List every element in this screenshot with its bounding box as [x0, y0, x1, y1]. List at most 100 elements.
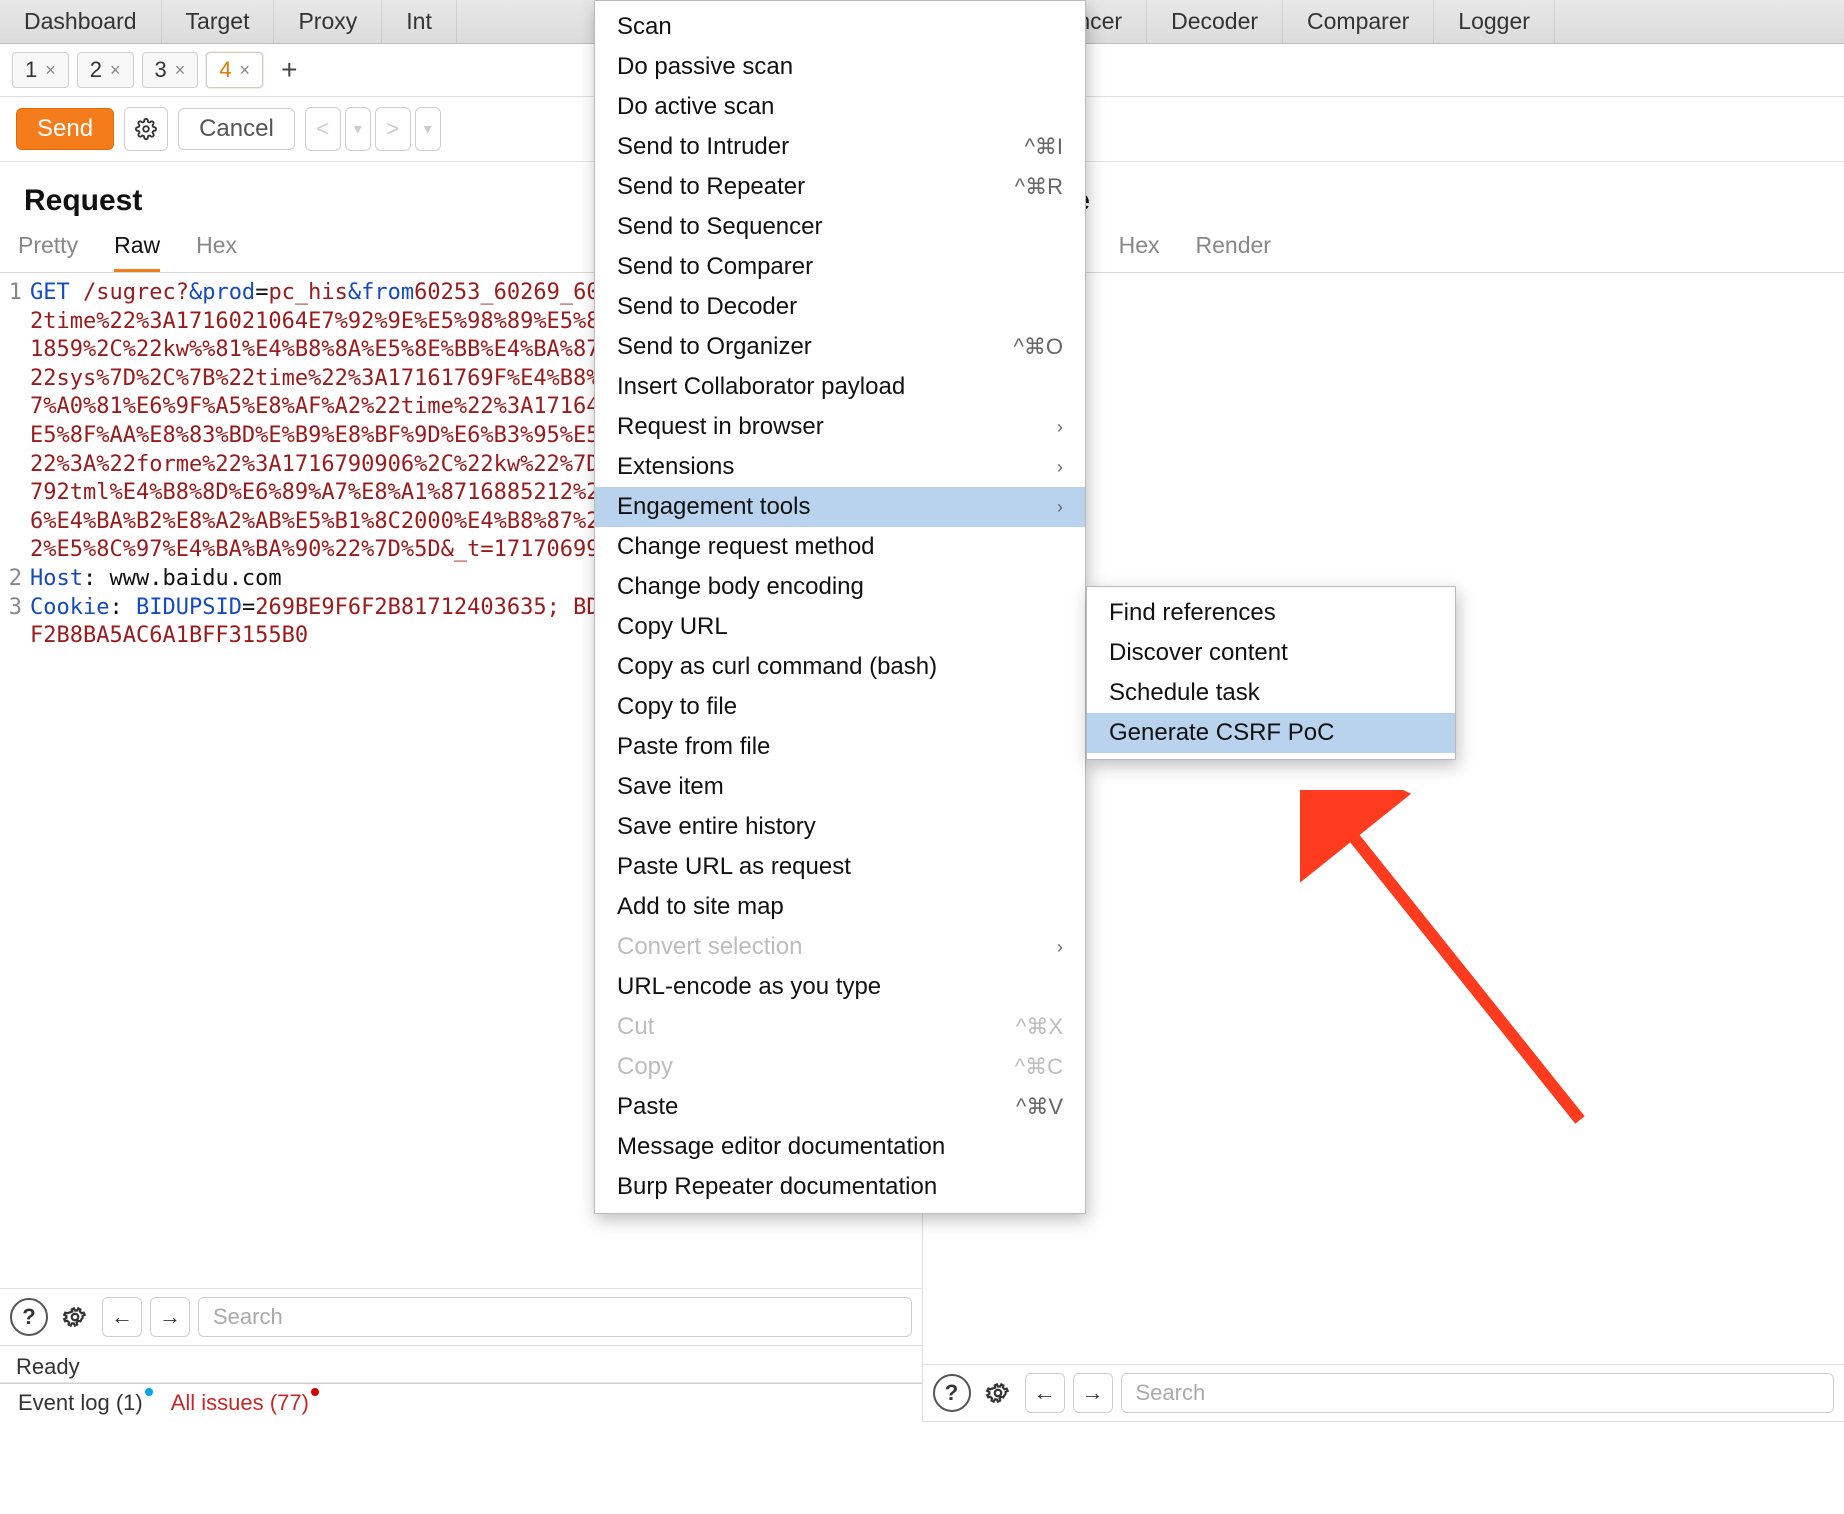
history-forward-button[interactable]: >	[375, 107, 411, 151]
search-prev-button[interactable]: ←	[102, 1297, 142, 1337]
cancel-button[interactable]: Cancel	[178, 108, 295, 150]
menu-item-label: Send to Organizer	[617, 333, 812, 361]
menu-item: Copy^⌘C	[595, 1047, 1085, 1087]
menu-item[interactable]: Request in browser ›	[595, 407, 1085, 447]
menu-shortcut: ^⌘R	[1015, 174, 1063, 200]
menu-shortcut: ^⌘C	[1015, 1054, 1063, 1080]
submenu-item[interactable]: Discover content	[1087, 633, 1455, 673]
menu-item[interactable]: Paste^⌘V	[595, 1087, 1085, 1127]
menu-item[interactable]: Copy as curl command (bash)	[595, 647, 1085, 687]
close-icon[interactable]: ×	[175, 60, 186, 81]
menu-item[interactable]: Change body encoding	[595, 567, 1085, 607]
submenu-item[interactable]: Find references	[1087, 593, 1455, 633]
sub-tab-4[interactable]: 4×	[206, 52, 263, 88]
menu-item-label: Send to Repeater	[617, 173, 805, 201]
menu-item[interactable]: Message editor documentation	[595, 1127, 1085, 1167]
history-back-button[interactable]: <	[305, 107, 341, 151]
menu-item: Convert selection›	[595, 927, 1085, 967]
settings-button[interactable]	[124, 107, 168, 151]
submenu-item[interactable]: Generate CSRF PoC	[1087, 713, 1455, 753]
menu-item[interactable]: Save item	[595, 767, 1085, 807]
settings-small-button[interactable]	[979, 1374, 1017, 1412]
top-tab-comparer[interactable]: Comparer	[1283, 0, 1434, 43]
gear-icon	[135, 118, 157, 140]
top-tab-proxy[interactable]: Proxy	[274, 0, 382, 43]
menu-item-label: Request in browser	[617, 413, 824, 441]
menu-item[interactable]: Add to site map	[595, 887, 1085, 927]
menu-item-label: Cut	[617, 1013, 654, 1041]
menu-item[interactable]: Burp Repeater documentation	[595, 1167, 1085, 1207]
menu-item-label: Paste	[617, 1093, 678, 1121]
all-issues-link[interactable]: All issues (77)	[171, 1390, 309, 1416]
search-next-button[interactable]: →	[1073, 1373, 1113, 1413]
view-tab-render[interactable]: Render	[1196, 232, 1271, 272]
menu-item[interactable]: Send to Organizer ^⌘O	[595, 327, 1085, 367]
menu-item-label: Insert Collaborator payload	[617, 373, 905, 401]
menu-item[interactable]: Send to Decoder	[595, 287, 1085, 327]
history-forward-drop[interactable]: ▾	[415, 107, 441, 151]
top-tab-decoder[interactable]: Decoder	[1147, 0, 1283, 43]
top-tab-target[interactable]: Target	[162, 0, 275, 43]
menu-item-label: Paste from file	[617, 733, 770, 761]
chevron-right-icon: ›	[1057, 417, 1063, 438]
settings-small-button[interactable]	[56, 1298, 94, 1336]
menu-item: Cut^⌘X	[595, 1007, 1085, 1047]
menu-item-label: Send to Decoder	[617, 293, 797, 321]
sub-tab-1[interactable]: 1×	[12, 52, 69, 88]
view-tab-hex[interactable]: Hex	[196, 232, 237, 272]
menu-item[interactable]: Send to Comparer	[595, 247, 1085, 287]
submenu-item-label: Generate CSRF PoC	[1109, 719, 1334, 747]
line-number: 2	[8, 565, 30, 594]
menu-item[interactable]: Save entire history	[595, 807, 1085, 847]
submenu-item-label: Find references	[1109, 599, 1276, 627]
dot-icon	[145, 1388, 153, 1396]
menu-item[interactable]: Insert Collaborator payload	[595, 367, 1085, 407]
menu-item[interactable]: Do active scan	[595, 87, 1085, 127]
menu-item[interactable]: Send to Intruder^⌘I	[595, 127, 1085, 167]
dot-icon	[311, 1388, 319, 1396]
view-tab-raw[interactable]: Raw	[114, 232, 160, 272]
close-icon[interactable]: ×	[240, 60, 251, 81]
menu-item-label: Message editor documentation	[617, 1133, 945, 1161]
status-bar: Ready	[0, 1346, 922, 1383]
view-tab-pretty[interactable]: Pretty	[18, 232, 78, 272]
history-back-drop[interactable]: ▾	[345, 107, 371, 151]
menu-item-label: Copy as curl command (bash)	[617, 653, 937, 681]
menu-item[interactable]: Extensions›	[595, 447, 1085, 487]
menu-item-label: Paste URL as request	[617, 853, 851, 881]
close-icon[interactable]: ×	[110, 60, 121, 81]
view-tab-hex[interactable]: Hex	[1119, 232, 1160, 272]
menu-item[interactable]: Copy URL	[595, 607, 1085, 647]
top-tab-intruder[interactable]: Int	[382, 0, 457, 43]
menu-item[interactable]: Send to Sequencer	[595, 207, 1085, 247]
menu-item[interactable]: URL-encode as you type	[595, 967, 1085, 1007]
menu-item[interactable]: Send to Repeater ^⌘R	[595, 167, 1085, 207]
help-button[interactable]: ?	[10, 1298, 48, 1336]
menu-item[interactable]: Paste URL as request	[595, 847, 1085, 887]
response-search-input[interactable]	[1121, 1373, 1835, 1413]
menu-shortcut: ^⌘O	[1014, 334, 1063, 360]
search-prev-button[interactable]: ←	[1025, 1373, 1065, 1413]
menu-item-label: Send to Comparer	[617, 253, 813, 281]
menu-item[interactable]: Copy to file	[595, 687, 1085, 727]
menu-item[interactable]: Change request method	[595, 527, 1085, 567]
menu-item[interactable]: Scan	[595, 7, 1085, 47]
close-icon[interactable]: ×	[45, 60, 56, 81]
sub-tab-2[interactable]: 2×	[77, 52, 134, 88]
top-tab-dashboard[interactable]: Dashboard	[0, 0, 162, 43]
search-next-button[interactable]: →	[150, 1297, 190, 1337]
sub-tab-3[interactable]: 3×	[142, 52, 199, 88]
send-button[interactable]: Send	[16, 108, 114, 150]
chevron-right-icon: ›	[1057, 497, 1063, 518]
event-log-link[interactable]: Event log (1)	[18, 1390, 143, 1416]
top-tab-logger[interactable]: Logger	[1434, 0, 1555, 43]
help-button[interactable]: ?	[933, 1374, 971, 1412]
request-search-input[interactable]	[198, 1297, 912, 1337]
menu-shortcut: ^⌘I	[1025, 134, 1063, 160]
menu-item[interactable]: Do passive scan	[595, 47, 1085, 87]
context-menu: ScanDo passive scanDo active scanSend to…	[594, 0, 1086, 1214]
add-tab-button[interactable]: +	[271, 52, 307, 88]
menu-item[interactable]: Paste from file	[595, 727, 1085, 767]
menu-item[interactable]: Engagement tools›	[595, 487, 1085, 527]
submenu-item[interactable]: Schedule task	[1087, 673, 1455, 713]
